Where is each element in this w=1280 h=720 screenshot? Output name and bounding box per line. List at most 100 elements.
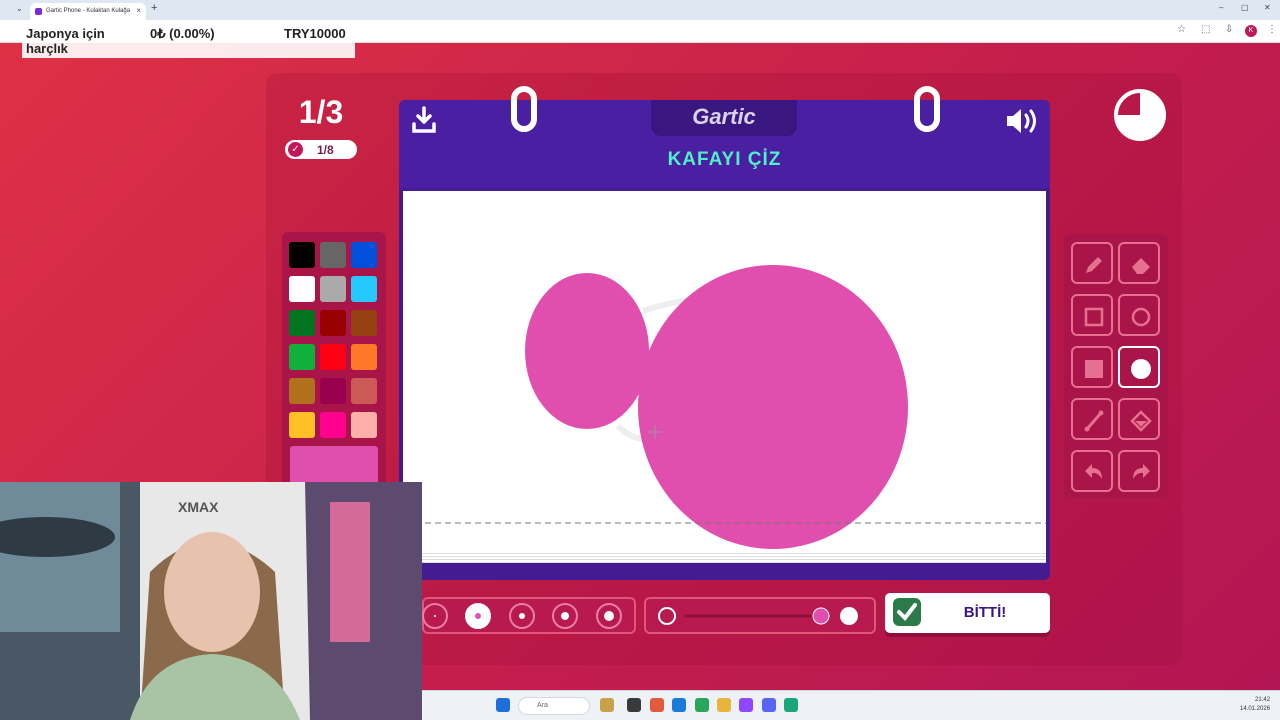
restore-button[interactable]: ▢ — [1241, 3, 1249, 12]
color-swatch[interactable] — [289, 276, 315, 302]
eraser-tool[interactable] — [1118, 242, 1160, 284]
color-swatch[interactable] — [351, 242, 377, 268]
binder-ring-left — [511, 86, 537, 132]
gartic-favicon-icon — [35, 8, 42, 15]
color-swatch[interactable] — [351, 344, 377, 370]
color-swatch[interactable] — [320, 310, 346, 336]
search-placeholder: Ara — [537, 702, 548, 709]
done-check-icon — [893, 598, 921, 626]
fill-bucket-tool[interactable] — [1118, 398, 1160, 440]
color-swatch[interactable] — [289, 242, 315, 268]
new-tab-button[interactable]: + — [151, 2, 157, 14]
color-swatch[interactable] — [351, 412, 377, 438]
color-swatch[interactable] — [289, 412, 315, 438]
drawn-ellipse-large — [638, 265, 908, 549]
rectangle-tool[interactable] — [1071, 294, 1113, 336]
redo-icon — [1133, 464, 1150, 479]
binder-ring-right — [914, 86, 940, 132]
color-swatch[interactable] — [351, 276, 377, 302]
color-swatch[interactable] — [289, 310, 315, 336]
done-button[interactable]: BİTTİ! — [885, 593, 1050, 633]
svg-text:XMAX: XMAX — [178, 499, 219, 515]
browser-menu-icon[interactable]: ⋮ — [1267, 24, 1277, 35]
profile-avatar[interactable]: K — [1245, 25, 1257, 37]
ticker-amount: 0₺ (0.00%) — [150, 26, 215, 41]
bookmark-star-icon[interactable]: ☆ — [1177, 24, 1186, 35]
folder-icon[interactable] — [717, 698, 731, 712]
rectangle-outline-icon — [1084, 307, 1104, 327]
minimize-button[interactable]: – — [1219, 3, 1223, 12]
undo-icon — [1085, 464, 1102, 479]
line-icon — [1084, 410, 1104, 432]
app-icon[interactable] — [650, 698, 664, 712]
color-swatch[interactable] — [320, 242, 346, 268]
discord-icon[interactable] — [762, 698, 776, 712]
brush-size-3[interactable] — [509, 603, 535, 629]
brush-size-1[interactable] — [422, 603, 448, 629]
players-done-count: 1/8 — [317, 143, 334, 157]
brush-size-5[interactable] — [596, 603, 622, 629]
edge-icon[interactable] — [672, 698, 686, 712]
color-swatch[interactable] — [320, 344, 346, 370]
color-swatch[interactable] — [351, 310, 377, 336]
drawing-canvas[interactable] — [403, 191, 1046, 551]
twitch-icon[interactable] — [739, 698, 753, 712]
pencil-icon — [1086, 257, 1102, 273]
paper-edge — [403, 551, 1046, 563]
start-icon[interactable] — [496, 698, 510, 712]
gartic-logo: Gartic — [692, 104, 756, 129]
taskbar: Ara 21:42 14.01.2026 — [422, 690, 1280, 720]
close-window-button[interactable]: ✕ — [1264, 3, 1271, 12]
ticker-target: TRY10000 — [284, 26, 346, 41]
color-swatch[interactable] — [289, 378, 315, 404]
ellipse-tool[interactable] — [1118, 294, 1160, 336]
filled-ellipse-tool[interactable] — [1118, 346, 1160, 388]
drawn-ellipse-small — [525, 273, 649, 429]
download-icon[interactable] — [411, 106, 437, 134]
brush-size-4[interactable] — [552, 603, 578, 629]
pencil-tool[interactable] — [1071, 242, 1113, 284]
tab-title: Gartic Phone - Kulaktan Kulağa — [46, 8, 131, 14]
ticker-goal: Japonya için harçlık — [26, 26, 105, 56]
browser-tab-bar: ⌄ Gartic Phone - Kulaktan Kulağa × + – ▢… — [0, 0, 1280, 20]
extensions-icon[interactable]: ⬚ — [1201, 24, 1210, 35]
color-swatch[interactable] — [351, 378, 377, 404]
color-swatch[interactable] — [320, 378, 346, 404]
filled-rectangle-tool[interactable] — [1071, 346, 1113, 388]
circle-outline-icon — [1131, 307, 1151, 327]
brush-size-2[interactable] — [465, 603, 491, 629]
filled-circle-icon — [1131, 359, 1151, 379]
line-tool[interactable] — [1071, 398, 1113, 440]
timer-icon — [1114, 89, 1166, 141]
chrome-icon[interactable] — [695, 698, 709, 712]
redo-tool[interactable] — [1118, 450, 1160, 492]
sound-icon[interactable] — [1004, 106, 1040, 136]
check-icon: ✓ — [288, 142, 303, 157]
eraser-icon — [1132, 258, 1150, 274]
current-color-preview — [290, 446, 378, 486]
tab-menu-icon[interactable]: ⌄ — [16, 4, 23, 13]
browser-tab[interactable]: Gartic Phone - Kulaktan Kulağa × — [30, 3, 146, 20]
app-icon-2[interactable] — [784, 698, 798, 712]
widget-icon[interactable] — [600, 698, 614, 712]
tab-close-icon[interactable]: × — [136, 6, 141, 15]
players-done-badge: ✓ 1/8 — [285, 140, 357, 159]
system-clock[interactable]: 21:42 14.01.2026 — [1240, 696, 1270, 714]
clock-date: 14.01.2026 — [1240, 706, 1271, 712]
downloads-icon[interactable]: ⇩ — [1225, 24, 1233, 35]
donation-ticker: Japonya için harçlık 0₺ (0.00%) TRY10000 — [22, 26, 355, 58]
opacity-slider[interactable] — [646, 599, 874, 632]
drawing — [425, 265, 1046, 549]
undo-tool[interactable] — [1071, 450, 1113, 492]
webcam-feed: XMAX — [0, 482, 422, 720]
taskbar-search[interactable]: Ara — [518, 697, 590, 715]
opacity-slider-bar — [644, 597, 876, 634]
color-swatch[interactable] — [289, 344, 315, 370]
done-button-label: BİTTİ! — [963, 604, 1007, 621]
clock-time: 21:42 — [1255, 697, 1271, 703]
color-swatch[interactable] — [320, 276, 346, 302]
task-view-icon[interactable] — [627, 698, 641, 712]
color-swatch[interactable] — [320, 412, 346, 438]
drawing-prompt: KAFAYI ÇİZ — [667, 149, 782, 170]
fill-bucket-icon — [1130, 410, 1152, 432]
